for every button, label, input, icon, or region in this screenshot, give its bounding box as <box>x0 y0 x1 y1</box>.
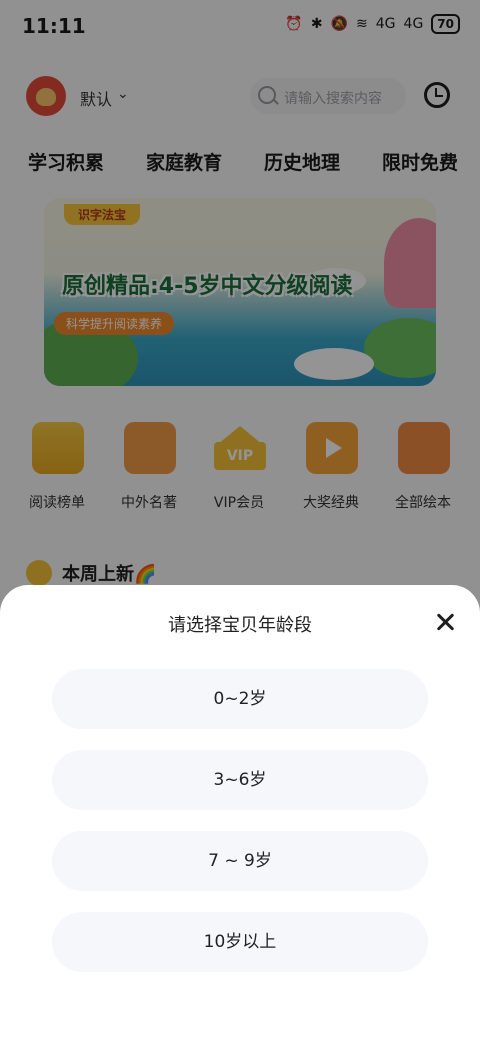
close-icon[interactable] <box>430 607 460 637</box>
age-selection-sheet: 请选择宝贝年龄段 0~2岁 3~6岁 7 ~ 9岁 10岁以上 <box>0 585 480 1058</box>
age-option-10-plus[interactable]: 10岁以上 <box>52 912 428 972</box>
age-option-0-2[interactable]: 0~2岁 <box>52 669 428 729</box>
age-option-7-9[interactable]: 7 ~ 9岁 <box>52 831 428 891</box>
age-option-3-6[interactable]: 3~6岁 <box>52 750 428 810</box>
sheet-title: 请选择宝贝年龄段 <box>168 615 312 636</box>
